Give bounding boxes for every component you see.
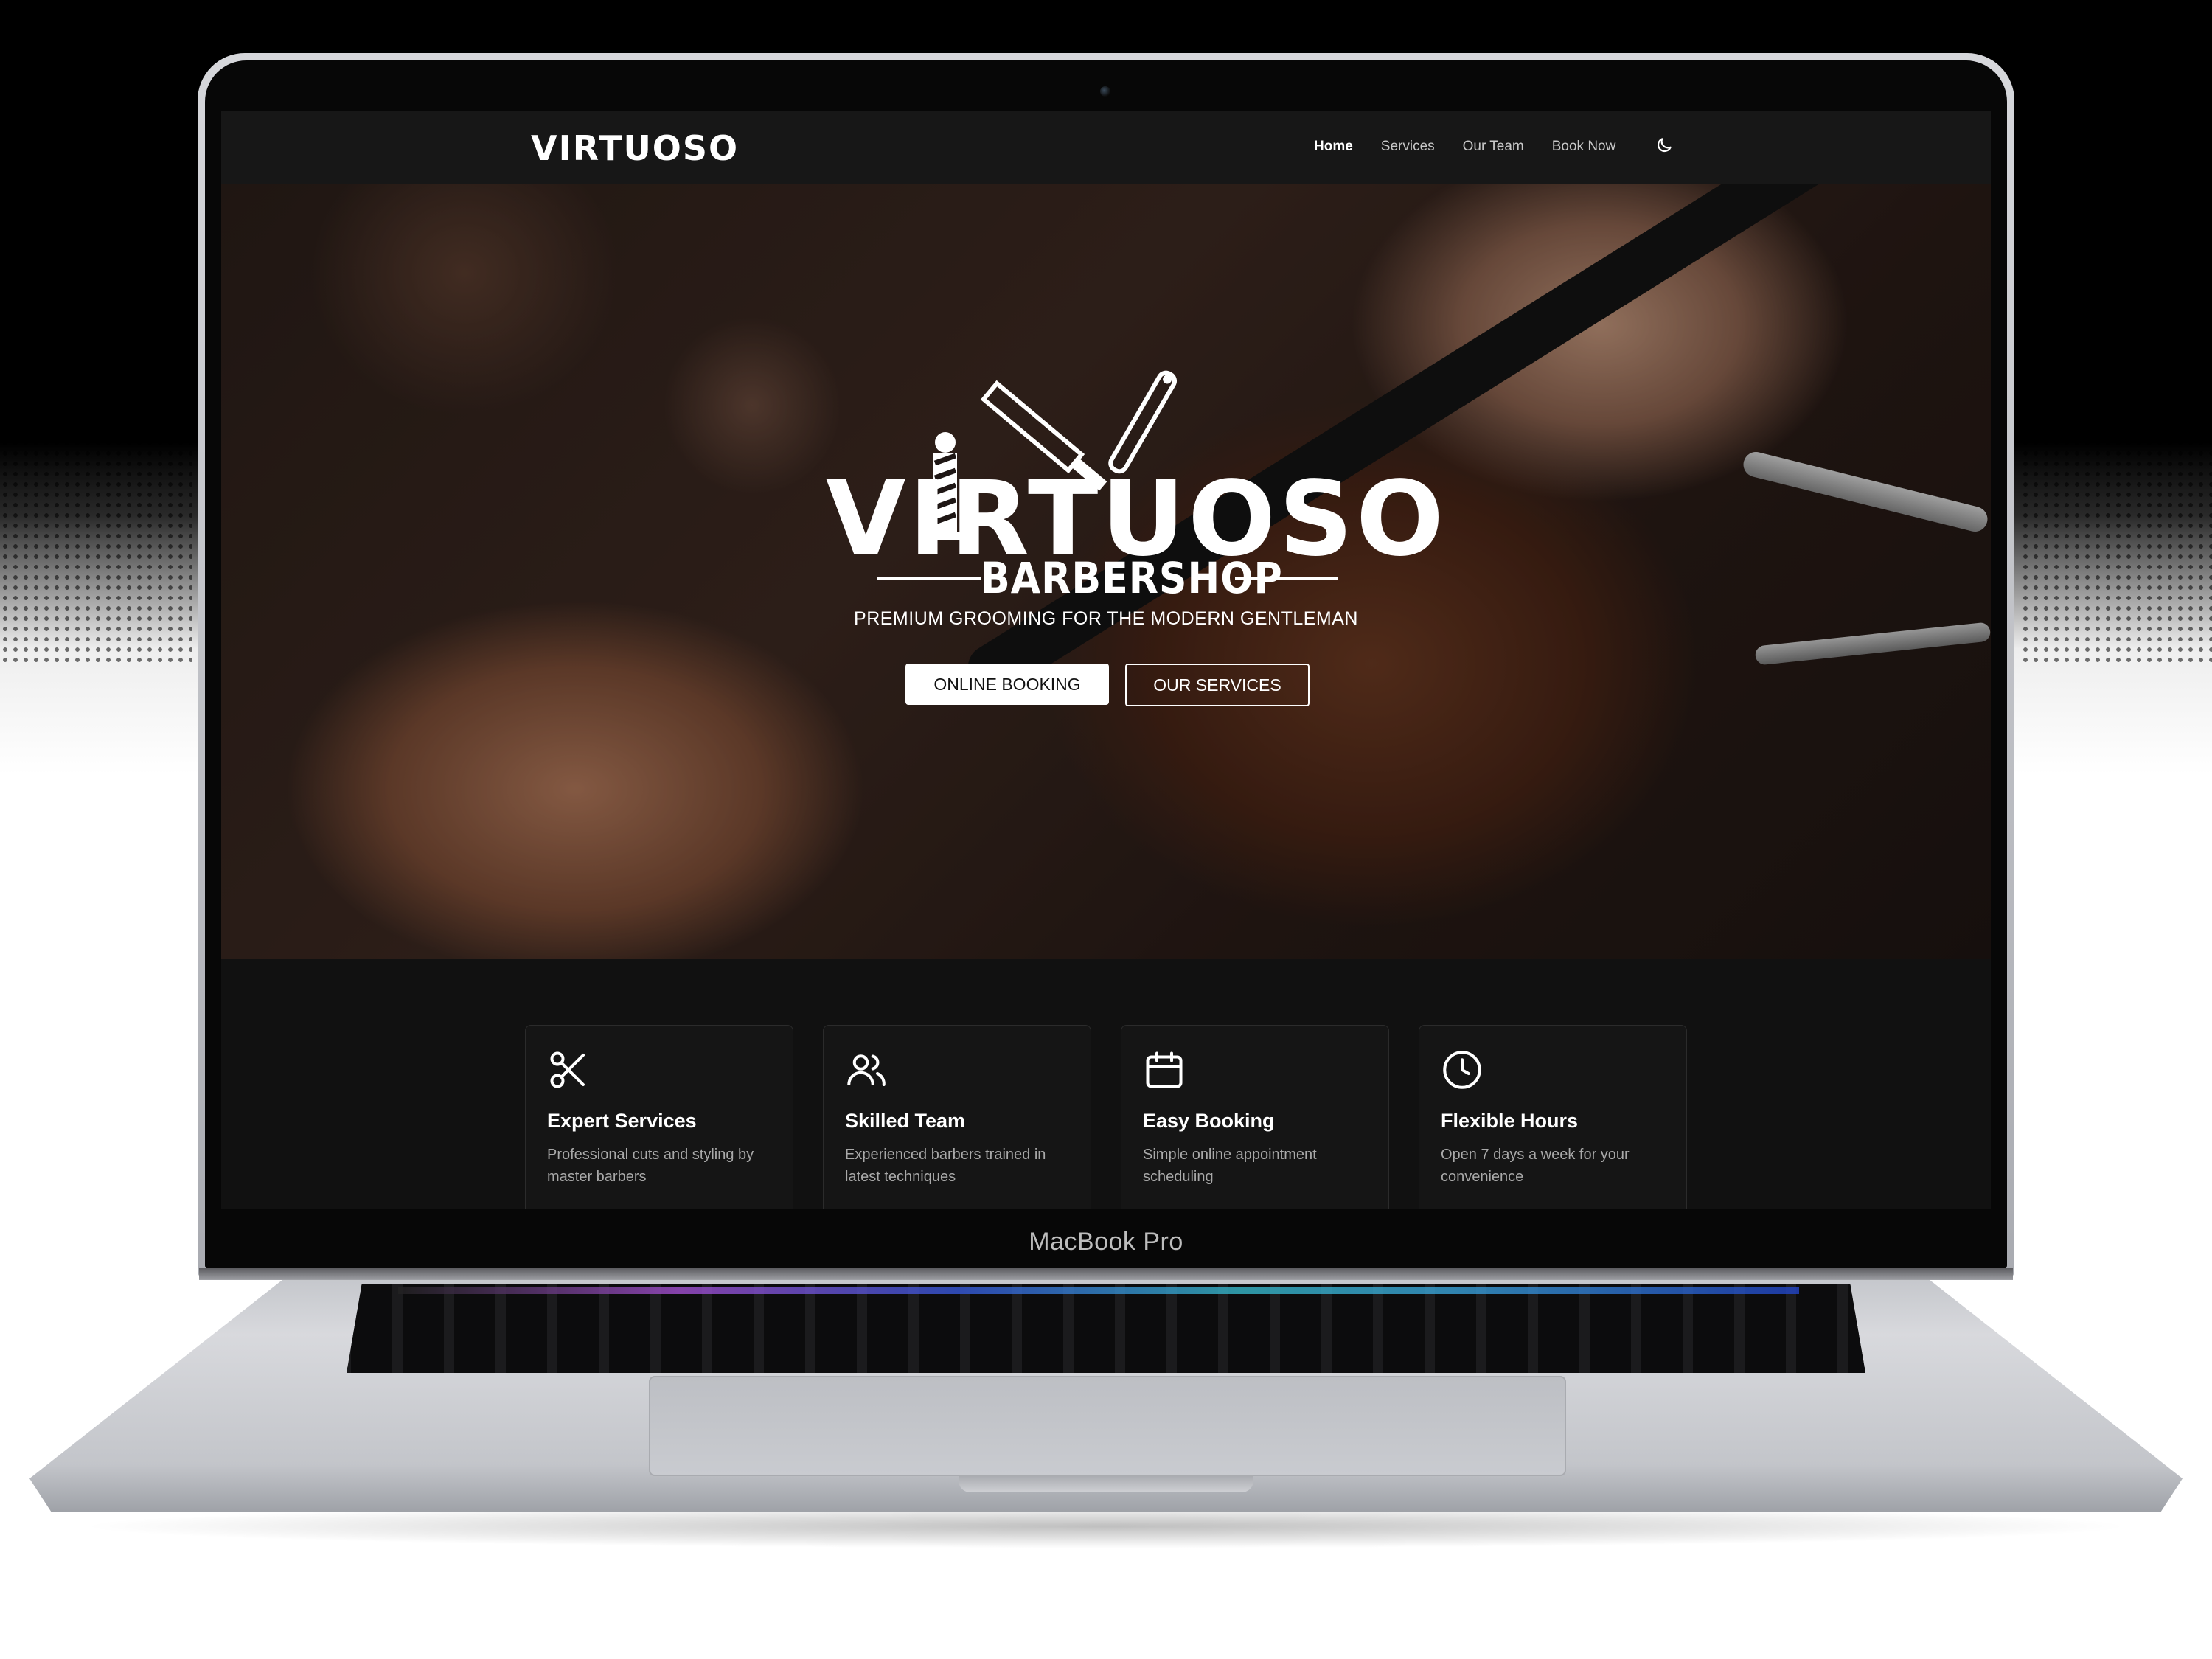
- calendar-icon: [1146, 1051, 1183, 1088]
- nav-links: Home Services Our Team Book Now: [1314, 139, 1615, 155]
- feature-title: Easy Booking: [1143, 1110, 1275, 1132]
- feature-description: Open 7 days a week for your convenience: [1441, 1147, 1630, 1185]
- hero-divider-right: [1235, 577, 1338, 580]
- laptop-keyboard: [347, 1284, 1865, 1373]
- background-noise-right: [2020, 428, 2212, 664]
- laptop-opening-notch: [959, 1475, 1253, 1492]
- camera-icon: [1100, 86, 1110, 97]
- our-services-button[interactable]: OUR SERVICES: [1125, 664, 1310, 706]
- feature-title: Skilled Team: [845, 1110, 966, 1132]
- dark-mode-toggle-icon[interactable]: [1655, 136, 1674, 155]
- feature-title: Flexible Hours: [1441, 1110, 1579, 1132]
- users-icon: [847, 1054, 886, 1086]
- nav-link-our-team[interactable]: Our Team: [1463, 139, 1524, 155]
- laptop-trackpad: [649, 1376, 1566, 1476]
- laptop-touch-bar: [398, 1287, 1799, 1294]
- feature-card-easy-booking[interactable]: Easy Booking Simple online appointment s…: [1121, 1025, 1389, 1209]
- hero-tagline: PREMIUM GROOMING FOR THE MODERN GENTLEMA…: [854, 608, 1358, 629]
- hero-divider-left: [877, 577, 981, 580]
- feature-card-flexible-hours[interactable]: Flexible Hours Open 7 days a week for yo…: [1419, 1025, 1687, 1209]
- clock-icon: [1443, 1051, 1481, 1089]
- feature-card-skilled-team[interactable]: Skilled Team Experienced barbers trained…: [823, 1025, 1091, 1209]
- online-booking-button[interactable]: ONLINE BOOKING: [905, 664, 1109, 705]
- site-navbar: VIRTUOSO Home Services Our Team Book Now: [221, 111, 1991, 184]
- site-logo[interactable]: VIRTUOSO: [531, 128, 739, 168]
- nav-link-book-now[interactable]: Book Now: [1552, 139, 1616, 155]
- background-noise-left: [0, 428, 192, 664]
- scissors-icon: [550, 1051, 585, 1088]
- laptop-hinge: [199, 1268, 2013, 1280]
- features-section: Expert Services Professional cuts and st…: [221, 959, 1991, 1209]
- hero-subtitle: BARBERSHOP: [981, 553, 1283, 603]
- laptop-model-label: MacBook Pro: [1029, 1228, 1183, 1256]
- feature-description: Simple online appointment scheduling: [1143, 1147, 1317, 1185]
- feature-description: Professional cuts and styling by master …: [547, 1147, 754, 1185]
- nav-link-services[interactable]: Services: [1381, 139, 1435, 155]
- nav-link-home[interactable]: Home: [1314, 139, 1353, 155]
- feature-title: Expert Services: [547, 1110, 697, 1132]
- feature-description: Experienced barbers trained in latest te…: [845, 1147, 1046, 1185]
- hero-section: VIRTUOSO BARBERSHOP PREMIUM GROOMING FOR…: [221, 184, 1991, 959]
- feature-card-expert-services[interactable]: Expert Services Professional cuts and st…: [525, 1025, 793, 1209]
- website-screen: VIRTUOSO Home Services Our Team Book Now: [221, 111, 1991, 1209]
